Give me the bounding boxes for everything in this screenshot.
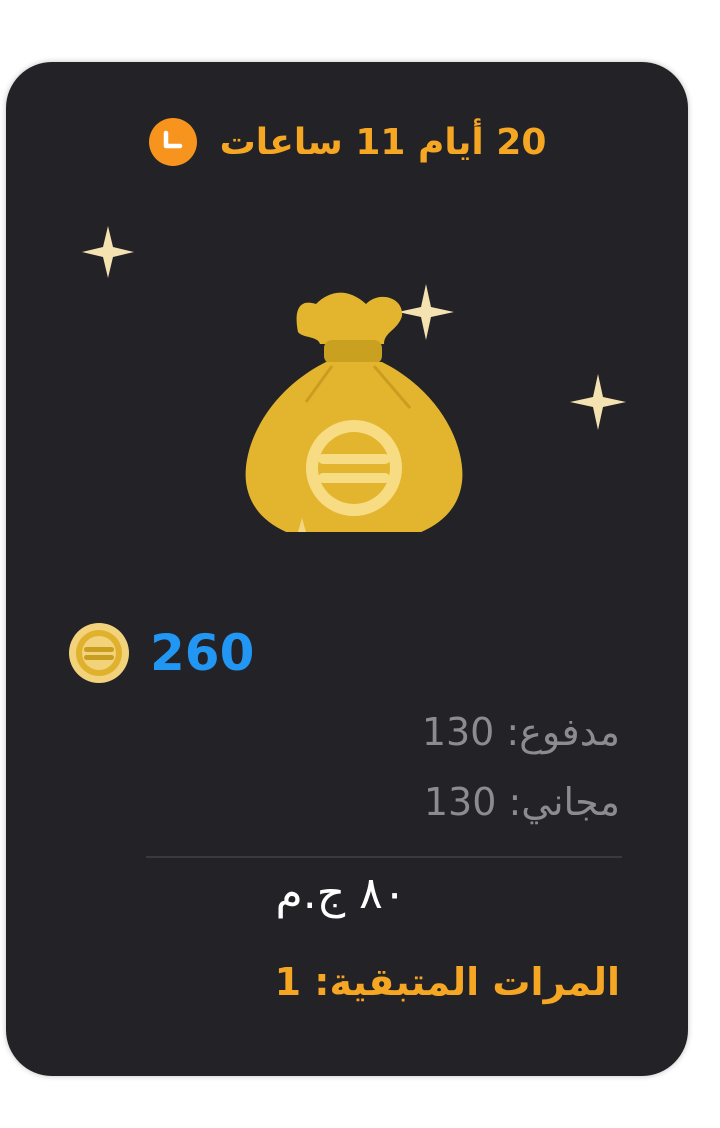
remaining-times-text: المرات المتبقية: 1 [274, 960, 620, 1004]
price-button[interactable]: ٨٠ ج.م [6, 868, 688, 919]
timer-text: 20 أيام 11 ساعات [219, 121, 547, 163]
offer-card[interactable]: 20 أيام 11 ساعات 260 مدفوع: 130 مجاني: 1… [6, 62, 688, 1076]
coin-amount: 260 [150, 624, 255, 682]
coin-amount-row: 260 [68, 622, 254, 684]
money-bag-icon [245, 292, 463, 532]
sparkle-icon [570, 374, 626, 430]
offer-timer: 20 أيام 11 ساعات [6, 117, 688, 167]
price-label: ٨٠ ج.م [275, 868, 407, 919]
money-bag-illustration [82, 226, 626, 532]
page: 20 أيام 11 ساعات 260 مدفوع: 130 مجاني: 1… [0, 0, 720, 1128]
divider [146, 856, 622, 858]
paid-coins-text: مدفوع: 130 [421, 710, 620, 754]
clock-icon [148, 118, 197, 166]
coin-icon [69, 623, 129, 683]
sparkle-icon [398, 284, 454, 340]
sparkle-icon [82, 226, 134, 278]
free-coins-text: مجاني: 130 [423, 780, 620, 824]
